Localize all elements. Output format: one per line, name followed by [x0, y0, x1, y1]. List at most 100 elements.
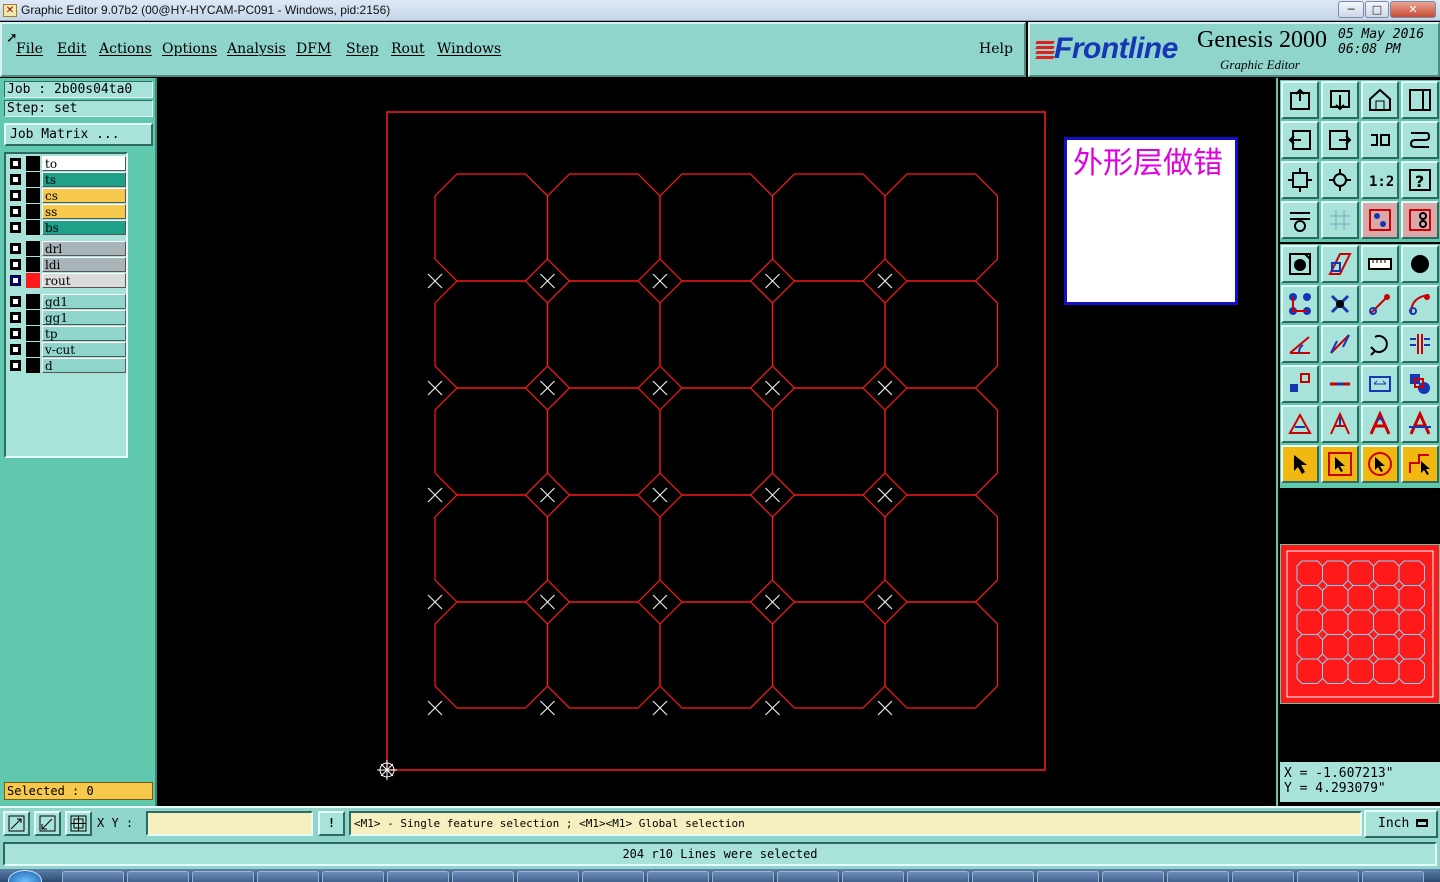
shape-tool-button[interactable] [1321, 245, 1359, 283]
layer-row-drl[interactable]: drl [8, 241, 126, 256]
layer-name[interactable]: bs [42, 220, 126, 235]
units-button[interactable]: Inch [1364, 810, 1438, 838]
text-a2-tool-button[interactable] [1361, 405, 1399, 443]
layer-color-swatch[interactable] [26, 358, 40, 373]
load-top-tool-button[interactable] [1281, 81, 1319, 119]
layer-row-ldi[interactable]: ldi [8, 257, 126, 272]
menu-actions[interactable]: Actions [99, 41, 152, 57]
layer-checkbox[interactable] [10, 296, 21, 307]
pan-right-tool-button[interactable] [1321, 121, 1359, 159]
layer-name[interactable]: ldi [42, 257, 126, 272]
grid-tool-button[interactable] [1321, 201, 1359, 239]
taskbar-button[interactable] [387, 871, 449, 882]
layer-row-ss[interactable]: ss [8, 204, 126, 219]
snap-off-tool-button[interactable] [1401, 201, 1439, 239]
taskbar-button[interactable] [907, 871, 969, 882]
diagonal-tool-button[interactable] [1321, 325, 1359, 363]
help-tool-button[interactable]: ? [1401, 161, 1439, 199]
layer-name[interactable]: cs [42, 188, 126, 203]
layer-props-tool-button[interactable] [1281, 201, 1319, 239]
pointer-path-tool-button[interactable] [1401, 445, 1439, 483]
layer-row-ts[interactable]: ts [8, 172, 126, 187]
layer-color-swatch[interactable] [26, 204, 40, 219]
fit-screen-button[interactable] [65, 811, 92, 836]
layer-checkbox[interactable] [10, 312, 21, 323]
layer-name[interactable]: rout [42, 273, 126, 288]
taskbar-button[interactable] [322, 871, 384, 882]
cross-tool-button[interactable] [1321, 285, 1359, 323]
home-tool-button[interactable] [1361, 81, 1399, 119]
layer-checkbox[interactable] [10, 344, 21, 355]
menu-rout[interactable]: Rout [391, 41, 425, 57]
pointer-circle-tool-button[interactable] [1361, 445, 1399, 483]
layer-name[interactable]: ts [42, 172, 126, 187]
menu-file[interactable]: File [16, 41, 43, 57]
slope-tool-button[interactable] [1281, 325, 1319, 363]
pointer-tool-button[interactable] [1281, 445, 1319, 483]
layer-color-swatch[interactable] [26, 310, 40, 325]
layer-color-swatch[interactable] [26, 156, 40, 171]
zoom-fit-tool-button[interactable] [1321, 161, 1359, 199]
layer-checkbox[interactable] [10, 206, 21, 217]
layer-checkbox[interactable] [10, 360, 21, 371]
layer-name[interactable]: gd1 [42, 294, 126, 309]
text-a-tool-button[interactable] [1321, 405, 1359, 443]
zoom-out-button[interactable] [34, 811, 61, 836]
move-tool-button[interactable] [1281, 365, 1319, 403]
menu-step[interactable]: Step [346, 41, 378, 57]
job-matrix-button[interactable]: Job Matrix ... [4, 123, 153, 146]
layer-name[interactable]: ss [42, 204, 126, 219]
overview-thumbnail[interactable] [1280, 544, 1440, 704]
maximize-button[interactable]: □ [1365, 1, 1389, 18]
layer-row-cs[interactable]: cs [8, 188, 126, 203]
layer-row-bs[interactable]: bs [8, 220, 126, 235]
layer-color-swatch[interactable] [26, 326, 40, 341]
layer-checkbox[interactable] [10, 328, 21, 339]
taskbar-button[interactable] [582, 871, 644, 882]
layer-name[interactable]: v-cut [42, 342, 126, 357]
menu-help[interactable]: Help [979, 41, 1013, 57]
taskbar-button[interactable] [192, 871, 254, 882]
layer-row-rout[interactable]: rout [8, 273, 126, 288]
undo-view-tool-button[interactable] [1361, 121, 1399, 159]
triangle-tool-button[interactable] [1281, 405, 1319, 443]
taskbar-button[interactable] [712, 871, 774, 882]
nodes-tool-button[interactable] [1281, 285, 1319, 323]
layer-row-gg1[interactable]: gg1 [8, 310, 126, 325]
taskbar-button[interactable] [1232, 871, 1294, 882]
minimize-button[interactable]: ─ [1338, 1, 1364, 18]
rotate-tool-button[interactable] [1361, 325, 1399, 363]
menu-dfm[interactable]: DFM [296, 41, 331, 57]
taskbar-button[interactable] [972, 871, 1034, 882]
fit-tool-button[interactable] [1281, 161, 1319, 199]
taskbar-button[interactable] [1102, 871, 1164, 882]
arc-tool-button[interactable] [1401, 285, 1439, 323]
ruler-tool-button[interactable] [1361, 245, 1399, 283]
xy-input[interactable] [146, 811, 313, 836]
pointer-box-tool-button[interactable] [1321, 445, 1359, 483]
menu-edit[interactable]: Edit [57, 41, 86, 57]
layer-name[interactable]: to [42, 156, 126, 171]
edge-tool-button[interactable] [1321, 365, 1359, 403]
pad-tool-button[interactable] [1281, 245, 1319, 283]
taskbar-button[interactable] [62, 871, 124, 882]
menu-windows[interactable]: Windows [437, 41, 501, 57]
mirror-tool-button[interactable] [1401, 325, 1439, 363]
layer-name[interactable]: tp [42, 326, 126, 341]
layer-name[interactable]: gg1 [42, 310, 126, 325]
layer-checkbox[interactable] [10, 174, 21, 185]
scale-1-2-tool-button[interactable]: 1:2 [1361, 161, 1399, 199]
layer-checkbox[interactable] [10, 158, 21, 169]
layer-color-swatch[interactable] [26, 273, 40, 288]
measure-tool-button[interactable] [1361, 365, 1399, 403]
connect-tool-button[interactable] [1401, 365, 1439, 403]
layer-checkbox[interactable] [10, 275, 21, 286]
layer-name[interactable]: drl [42, 241, 126, 256]
window-tool-button[interactable] [1401, 81, 1439, 119]
layer-color-swatch[interactable] [26, 172, 40, 187]
taskbar-button[interactable] [1167, 871, 1229, 882]
taskbar-button[interactable] [1297, 871, 1359, 882]
layer-checkbox[interactable] [10, 259, 21, 270]
line-tool-button[interactable] [1361, 285, 1399, 323]
layer-color-swatch[interactable] [26, 188, 40, 203]
